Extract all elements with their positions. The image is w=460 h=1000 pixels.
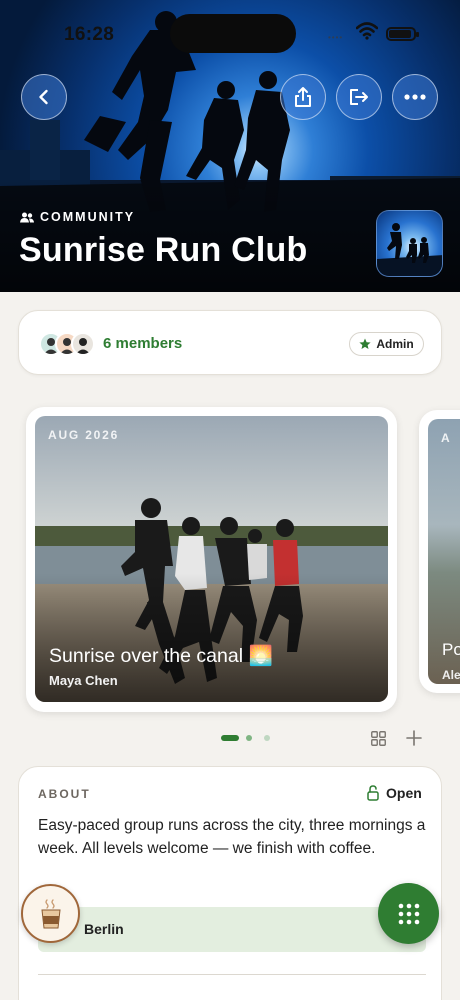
dynamic-island [170,14,296,53]
admin-badge-label: Admin [376,337,414,351]
star-icon [359,338,371,349]
more-button[interactable] [392,74,438,120]
members-count[interactable]: 6 members [103,335,182,352]
photo-author: Ale [442,668,460,682]
coffee-button[interactable] [21,884,80,943]
club-avatar-image [377,223,442,276]
dots-grid-icon [398,903,419,924]
photo-title: Po [442,640,460,659]
location-text: Berlin [84,921,124,937]
person-icon [76,338,90,354]
about-heading: ABOUT [38,787,91,801]
members-card[interactable]: 6 members Admin [18,310,442,375]
people-icon [20,212,34,222]
apps-menu-button[interactable] [378,883,439,944]
coffee-cup-icon [40,898,61,928]
cellular-signal: •••• [328,33,344,42]
unlock-icon [367,785,379,801]
category-text: COMMUNITY [40,210,136,224]
category-label: COMMUNITY [20,210,135,224]
photo-card[interactable]: AUG 2026 Sunrise over the canal 🌅 Maya C… [26,407,397,712]
page-dot-active[interactable] [221,735,239,741]
divider [38,974,426,975]
photo-author: Maya Chen [49,673,118,688]
photo: AUG 2026 Sunrise over the canal 🌅 Maya C… [35,416,388,702]
about-description: Easy-paced group runs across the city, t… [38,817,426,857]
exit-icon [350,89,368,105]
photo-date: AUG 2026 [48,428,120,442]
leave-button[interactable] [336,74,382,120]
location-row[interactable]: Berlin [38,907,426,952]
battery-icon [386,27,419,41]
photo: A Po Ale [428,419,460,684]
avatar [71,332,95,356]
wifi-icon [356,22,378,40]
ellipsis-icon [404,94,426,100]
back-button[interactable] [21,74,67,120]
member-avatars [39,332,99,356]
open-status-label: Open [386,785,422,801]
club-avatar[interactable] [376,210,443,277]
add-photo-icon[interactable] [405,729,423,747]
share-button[interactable] [280,74,326,120]
photo-title: Sunrise over the canal 🌅 [49,645,273,667]
page-dot[interactable] [246,735,252,741]
open-status[interactable]: Open [367,785,422,801]
status-bar: 16:28 •••• [0,0,460,60]
page-title: Sunrise Run Club [19,231,308,269]
photo-card-next[interactable]: A Po Ale [419,410,460,693]
status-time: 16:28 [64,24,115,45]
photo-date: A [441,431,452,445]
admin-badge: Admin [349,332,424,356]
about-card: ABOUT Open Easy-paced group runs across … [18,766,442,1000]
page-dot[interactable] [264,735,270,741]
chevron-left-icon [39,89,48,105]
grid-view-icon[interactable] [371,731,386,746]
share-icon [295,87,311,107]
hero-banner: 16:28 •••• COMMUNITY Sunrise Run Club [0,0,460,292]
